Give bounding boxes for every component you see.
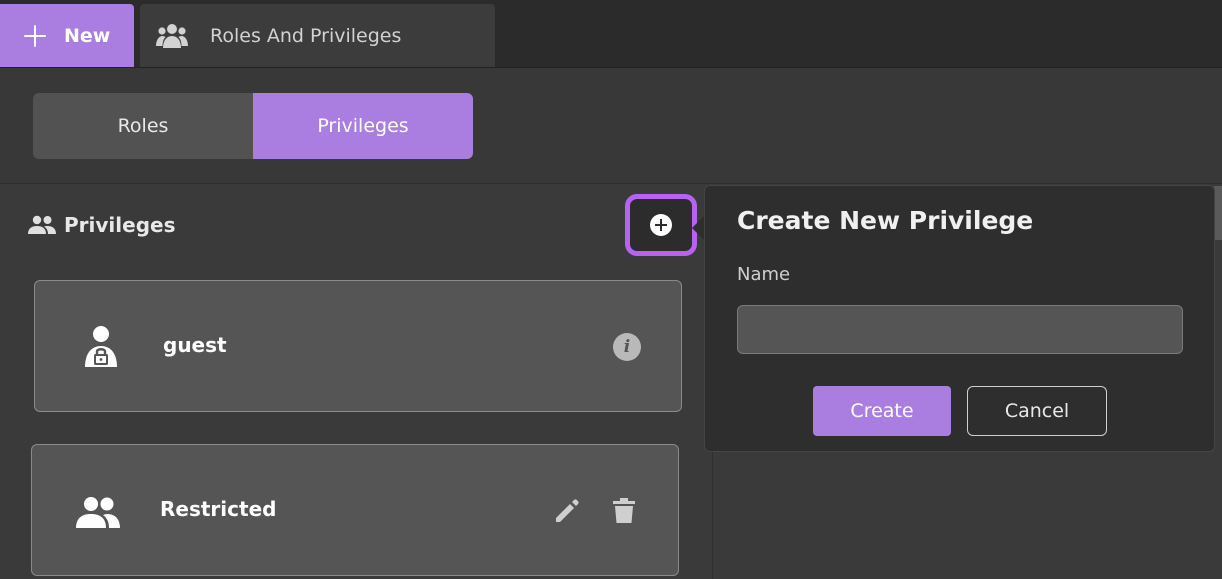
- edit-icon[interactable]: [554, 498, 580, 524]
- new-button-label: New: [64, 24, 111, 47]
- panel-title: Privileges: [64, 213, 176, 237]
- group-icon: [156, 23, 188, 48]
- new-button[interactable]: New: [0, 4, 134, 67]
- add-privilege-button[interactable]: [625, 194, 697, 256]
- top-bar: New Roles And Privileges: [0, 0, 1222, 68]
- create-privilege-popover: Create New Privilege Name Create Cancel: [704, 185, 1215, 452]
- people-icon: [28, 215, 56, 234]
- privilege-card-guest[interactable]: guest i: [34, 280, 682, 412]
- tab-label: Roles And Privileges: [210, 24, 402, 47]
- create-button[interactable]: Create: [813, 386, 951, 436]
- plus-icon: [24, 24, 46, 47]
- segment-roles[interactable]: Roles: [33, 93, 253, 159]
- add-circle-icon: [650, 214, 672, 236]
- segment-area: Roles Privileges: [0, 68, 1222, 184]
- user-lock-icon: [85, 326, 117, 367]
- popover-arrow: [692, 216, 704, 240]
- privilege-card-restricted[interactable]: Restricted: [31, 444, 679, 576]
- name-label: Name: [737, 264, 791, 285]
- roles-privileges-toggle: Roles Privileges: [33, 93, 473, 159]
- tab-roles-and-privileges[interactable]: Roles And Privileges: [140, 4, 495, 67]
- privilege-name: guest: [163, 333, 227, 357]
- privilege-name-input[interactable]: [737, 305, 1183, 354]
- popover-title: Create New Privilege: [737, 206, 1034, 235]
- details-scroll-edge: [1214, 186, 1222, 240]
- trash-icon[interactable]: [612, 498, 636, 524]
- panel-header: Privileges: [28, 213, 175, 237]
- people-icon: [76, 497, 120, 528]
- privileges-panel: Privileges guest i Restricted: [0, 185, 713, 579]
- segment-privileges[interactable]: Privileges: [253, 93, 473, 159]
- info-icon[interactable]: i: [613, 333, 641, 361]
- cancel-button[interactable]: Cancel: [967, 386, 1107, 436]
- privilege-name: Restricted: [160, 497, 277, 521]
